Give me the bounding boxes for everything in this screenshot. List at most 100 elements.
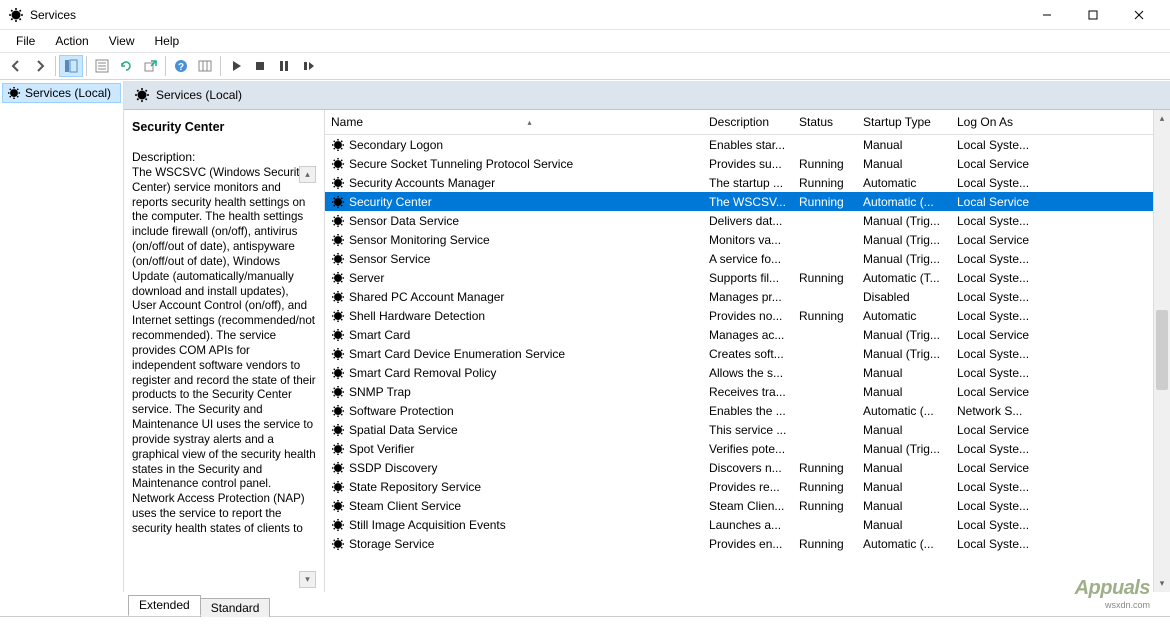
service-logon: Local Syste...: [951, 442, 1041, 456]
columns-button[interactable]: [193, 55, 217, 77]
service-row[interactable]: SNMP TrapReceives tra...ManualLocal Serv…: [325, 382, 1170, 401]
service-startup: Manual: [857, 138, 951, 152]
menu-help[interactable]: Help: [145, 32, 190, 50]
service-name: Security Accounts Manager: [349, 176, 495, 190]
col-name[interactable]: Name▴: [325, 110, 703, 134]
detail-pane: Security Center Description: ▴ The WSCSV…: [124, 110, 324, 592]
service-icon: [331, 328, 345, 342]
service-row[interactable]: Shell Hardware DetectionProvides no...Ru…: [325, 306, 1170, 325]
col-description[interactable]: Description: [703, 110, 793, 134]
service-desc: Delivers dat...: [703, 214, 793, 228]
service-icon: [331, 385, 345, 399]
service-logon: Local Syste...: [951, 518, 1041, 532]
desc-scroll-down[interactable]: ▾: [299, 571, 316, 588]
service-name: Storage Service: [349, 537, 434, 551]
service-row[interactable]: Software ProtectionEnables the ...Automa…: [325, 401, 1170, 420]
service-icon: [331, 518, 345, 532]
show-tree-button[interactable]: [59, 55, 83, 77]
service-row[interactable]: Security CenterThe WSCSV...RunningAutoma…: [325, 192, 1170, 211]
refresh-button[interactable]: [114, 55, 138, 77]
service-icon: [331, 309, 345, 323]
service-icon: [331, 461, 345, 475]
service-row[interactable]: Spot VerifierVerifies pote...Manual (Tri…: [325, 439, 1170, 458]
export-button[interactable]: [138, 55, 162, 77]
menu-action[interactable]: Action: [45, 32, 98, 50]
tree-item-services-local[interactable]: Services (Local): [2, 83, 121, 103]
service-desc: The WSCSV...: [703, 195, 793, 209]
tab-standard[interactable]: Standard: [200, 598, 271, 617]
desc-scroll-up[interactable]: ▴: [299, 166, 316, 183]
service-row[interactable]: Secondary LogonEnables star...ManualLoca…: [325, 135, 1170, 154]
service-row[interactable]: Smart Card Removal PolicyAllows the s...…: [325, 363, 1170, 382]
tab-extended[interactable]: Extended: [128, 595, 201, 616]
service-desc: Launches a...: [703, 518, 793, 532]
service-desc: This service ...: [703, 423, 793, 437]
list-scrollbar[interactable]: ▴ ▾: [1153, 110, 1170, 592]
service-logon: Local Service: [951, 328, 1041, 342]
service-row[interactable]: Spatial Data ServiceThis service ...Manu…: [325, 420, 1170, 439]
content-title: Services (Local): [156, 88, 242, 102]
service-name: Sensor Service: [349, 252, 430, 266]
selected-service-name: Security Center: [132, 120, 316, 134]
col-status[interactable]: Status: [793, 110, 857, 134]
stop-service-button[interactable]: [248, 55, 272, 77]
service-row[interactable]: Secure Socket Tunneling Protocol Service…: [325, 154, 1170, 173]
scroll-down-icon[interactable]: ▾: [1154, 575, 1170, 592]
col-logon[interactable]: Log On As: [951, 110, 1041, 134]
service-status: Running: [793, 195, 857, 209]
scroll-up-icon[interactable]: ▴: [1154, 110, 1170, 127]
service-row[interactable]: Sensor ServiceA service fo...Manual (Tri…: [325, 249, 1170, 268]
menu-bar: File Action View Help: [0, 30, 1170, 52]
service-desc: Monitors va...: [703, 233, 793, 247]
service-row[interactable]: Sensor Monitoring ServiceMonitors va...M…: [325, 230, 1170, 249]
restart-service-button[interactable]: [296, 55, 320, 77]
pause-service-button[interactable]: [272, 55, 296, 77]
service-status: Running: [793, 271, 857, 285]
description-label: Description:: [132, 150, 316, 164]
service-name: Still Image Acquisition Events: [349, 518, 506, 532]
service-row[interactable]: Steam Client ServiceSteam Clien...Runnin…: [325, 496, 1170, 515]
service-row[interactable]: SSDP DiscoveryDiscovers n...RunningManua…: [325, 458, 1170, 477]
service-row[interactable]: State Repository ServiceProvides re...Ru…: [325, 477, 1170, 496]
service-name: Software Protection: [349, 404, 454, 418]
service-row[interactable]: Shared PC Account ManagerManages pr...Di…: [325, 287, 1170, 306]
properties-button[interactable]: [90, 55, 114, 77]
service-row[interactable]: Smart Card Device Enumeration ServiceCre…: [325, 344, 1170, 363]
service-logon: Local Syste...: [951, 309, 1041, 323]
close-button[interactable]: [1116, 1, 1162, 29]
service-startup: Automatic (...: [857, 195, 951, 209]
service-icon: [331, 157, 345, 171]
service-logon: Local Syste...: [951, 537, 1041, 551]
service-row[interactable]: Storage ServiceProvides en...RunningAuto…: [325, 534, 1170, 553]
service-row[interactable]: Sensor Data ServiceDelivers dat...Manual…: [325, 211, 1170, 230]
service-logon: Local Service: [951, 233, 1041, 247]
service-startup: Disabled: [857, 290, 951, 304]
service-row[interactable]: Still Image Acquisition Events Launches a…: [325, 515, 1170, 534]
tree-item-label: Services (Local): [25, 86, 111, 100]
col-startup[interactable]: Startup Type: [857, 110, 951, 134]
service-startup: Manual (Trig...: [857, 442, 951, 456]
service-logon: Local Syste...: [951, 176, 1041, 190]
services-icon: [7, 86, 21, 100]
scroll-thumb[interactable]: [1156, 310, 1168, 390]
service-logon: Local Syste...: [951, 347, 1041, 361]
service-name: Secondary Logon: [349, 138, 443, 152]
maximize-button[interactable]: [1070, 1, 1116, 29]
service-row[interactable]: Security Accounts ManagerThe startup ...…: [325, 173, 1170, 192]
menu-file[interactable]: File: [6, 32, 45, 50]
column-headers: Name▴ Description Status Startup Type Lo…: [325, 110, 1170, 135]
menu-view[interactable]: View: [99, 32, 145, 50]
help-button[interactable]: ?: [169, 55, 193, 77]
start-service-button[interactable]: [224, 55, 248, 77]
service-status: Running: [793, 461, 857, 475]
service-row[interactable]: ServerSupports fil...RunningAutomatic (T…: [325, 268, 1170, 287]
service-startup: Manual: [857, 423, 951, 437]
service-row[interactable]: Smart CardManages ac...Manual (Trig...Lo…: [325, 325, 1170, 344]
service-icon: [331, 271, 345, 285]
service-logon: Network S...: [951, 404, 1041, 418]
service-icon: [331, 537, 345, 551]
forward-button[interactable]: [28, 55, 52, 77]
minimize-button[interactable]: [1024, 1, 1070, 29]
back-button[interactable]: [4, 55, 28, 77]
service-logon: Local Service: [951, 195, 1041, 209]
